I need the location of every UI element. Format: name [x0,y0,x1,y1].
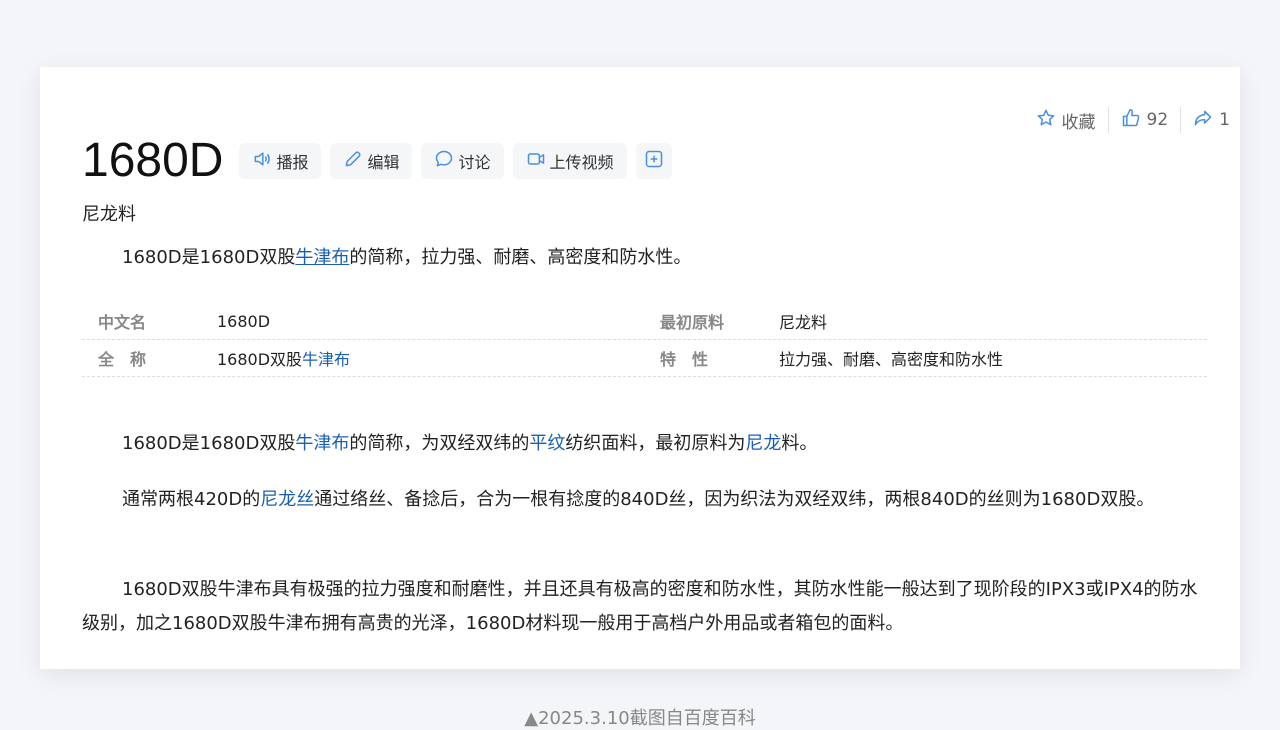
summary-text: 1680D是1680D双股 [122,247,296,268]
star-icon [1036,108,1056,133]
chat-bubble-icon [434,149,454,173]
upload-video-button[interactable]: 上传视频 [512,143,627,179]
info-key: 全 称 [98,350,147,369]
info-key: 最初原料 [660,313,725,332]
broadcast-label: 播报 [276,153,309,172]
oxford-cloth-link[interactable]: 牛津布 [302,346,350,370]
pencil-icon [343,149,363,173]
share-button[interactable]: 1 [1193,108,1230,133]
video-camera-icon [526,149,546,173]
edit-button[interactable]: 编辑 [330,143,413,179]
share-count: 1 [1219,110,1230,130]
paragraph-text: 料。 [781,433,818,454]
summary: 1680D是1680D双股牛津布的简称，拉力强、耐磨、高密度和防水性。 [122,243,691,269]
plain-weave-link[interactable]: 平纹 [529,433,565,454]
thumbs-up-icon [1121,108,1141,133]
encyclopedia-card: 收藏 92 1 1680D 播报 编辑 讨论 上传视频 尼龙料 1680D是16… [40,67,1240,669]
info-value-text: 1680D双股 [217,350,303,369]
subtitle: 尼龙料 [82,204,136,225]
paragraph-text: 通常两根420D的 [122,489,261,510]
title-row: 1680D 播报 编辑 讨论 上传视频 [82,133,681,189]
broadcast-button[interactable]: 播报 [239,143,322,179]
info-value: 拉力强、耐磨、高密度和防水性 [779,350,1004,369]
summary-text: 的简称，拉力强、耐磨、高密度和防水性。 [349,247,692,268]
edit-label: 编辑 [367,153,400,172]
paragraph-1: 1680D是1680D双股牛津布的简称，为双经双纬的平纹纺织面料，最初原料为尼龙… [82,427,1202,461]
discuss-label: 讨论 [458,153,491,172]
speaker-icon [252,149,272,173]
page-title: 1680D [82,134,224,187]
paragraph-2: 通常两根420D的尼龙丝通过络丝、备捻后，合为一根有捻度的840D丝，因为织法为… [82,483,1202,517]
info-value: 1680D双股 牛津布 [217,346,644,370]
like-count: 92 [1146,110,1169,130]
divider [1107,107,1109,133]
like-button[interactable]: 92 [1121,108,1169,133]
oxford-cloth-link[interactable]: 牛津布 [295,433,349,454]
info-value: 尼龙料 [779,313,828,332]
info-value: 1680D [217,311,271,331]
screenshot-caption: ▲2025.3.10截图自百度百科 [524,708,756,729]
divider [1180,107,1182,133]
share-icon [1193,108,1213,133]
oxford-cloth-link[interactable]: 牛津布 [295,247,349,268]
collect-label: 收藏 [1061,112,1096,133]
top-actions: 收藏 92 1 [1036,107,1230,133]
add-button[interactable] [635,143,672,179]
paragraph-3: 1680D双股牛津布具有极强的拉力强度和耐磨性，并且还具有极高的密度和防水性，其… [82,579,1198,634]
info-table: 中文名 1680D 最初原料 尼龙料 全 称 1680D双股 牛津布 特 性 拉力… [82,303,1207,377]
nylon-link[interactable]: 尼龙 [745,433,781,454]
plus-square-icon [644,149,664,173]
paragraph-text: 1680D是1680D双股 [122,433,296,454]
info-key: 中文名 [98,313,147,332]
upload-video-label: 上传视频 [549,153,614,172]
collect-button[interactable]: 收藏 [1036,108,1096,133]
discuss-button[interactable]: 讨论 [421,143,504,179]
paragraph-text: 通过络丝、备捻后，合为一根有捻度的840D丝，因为织法为双经双纬，两根840D的… [314,489,1155,510]
paragraph-text: 纺织面料，最初原料为 [565,433,746,454]
info-row: 全 称 1680D双股 牛津布 特 性 拉力强、耐磨、高密度和防水性 [82,340,1207,377]
paragraph-text: 的简称，为双经双纬的 [349,433,530,454]
info-row: 中文名 1680D 最初原料 尼龙料 [82,303,1207,340]
nylon-yarn-link[interactable]: 尼龙丝 [260,489,314,510]
info-key: 特 性 [660,350,709,369]
